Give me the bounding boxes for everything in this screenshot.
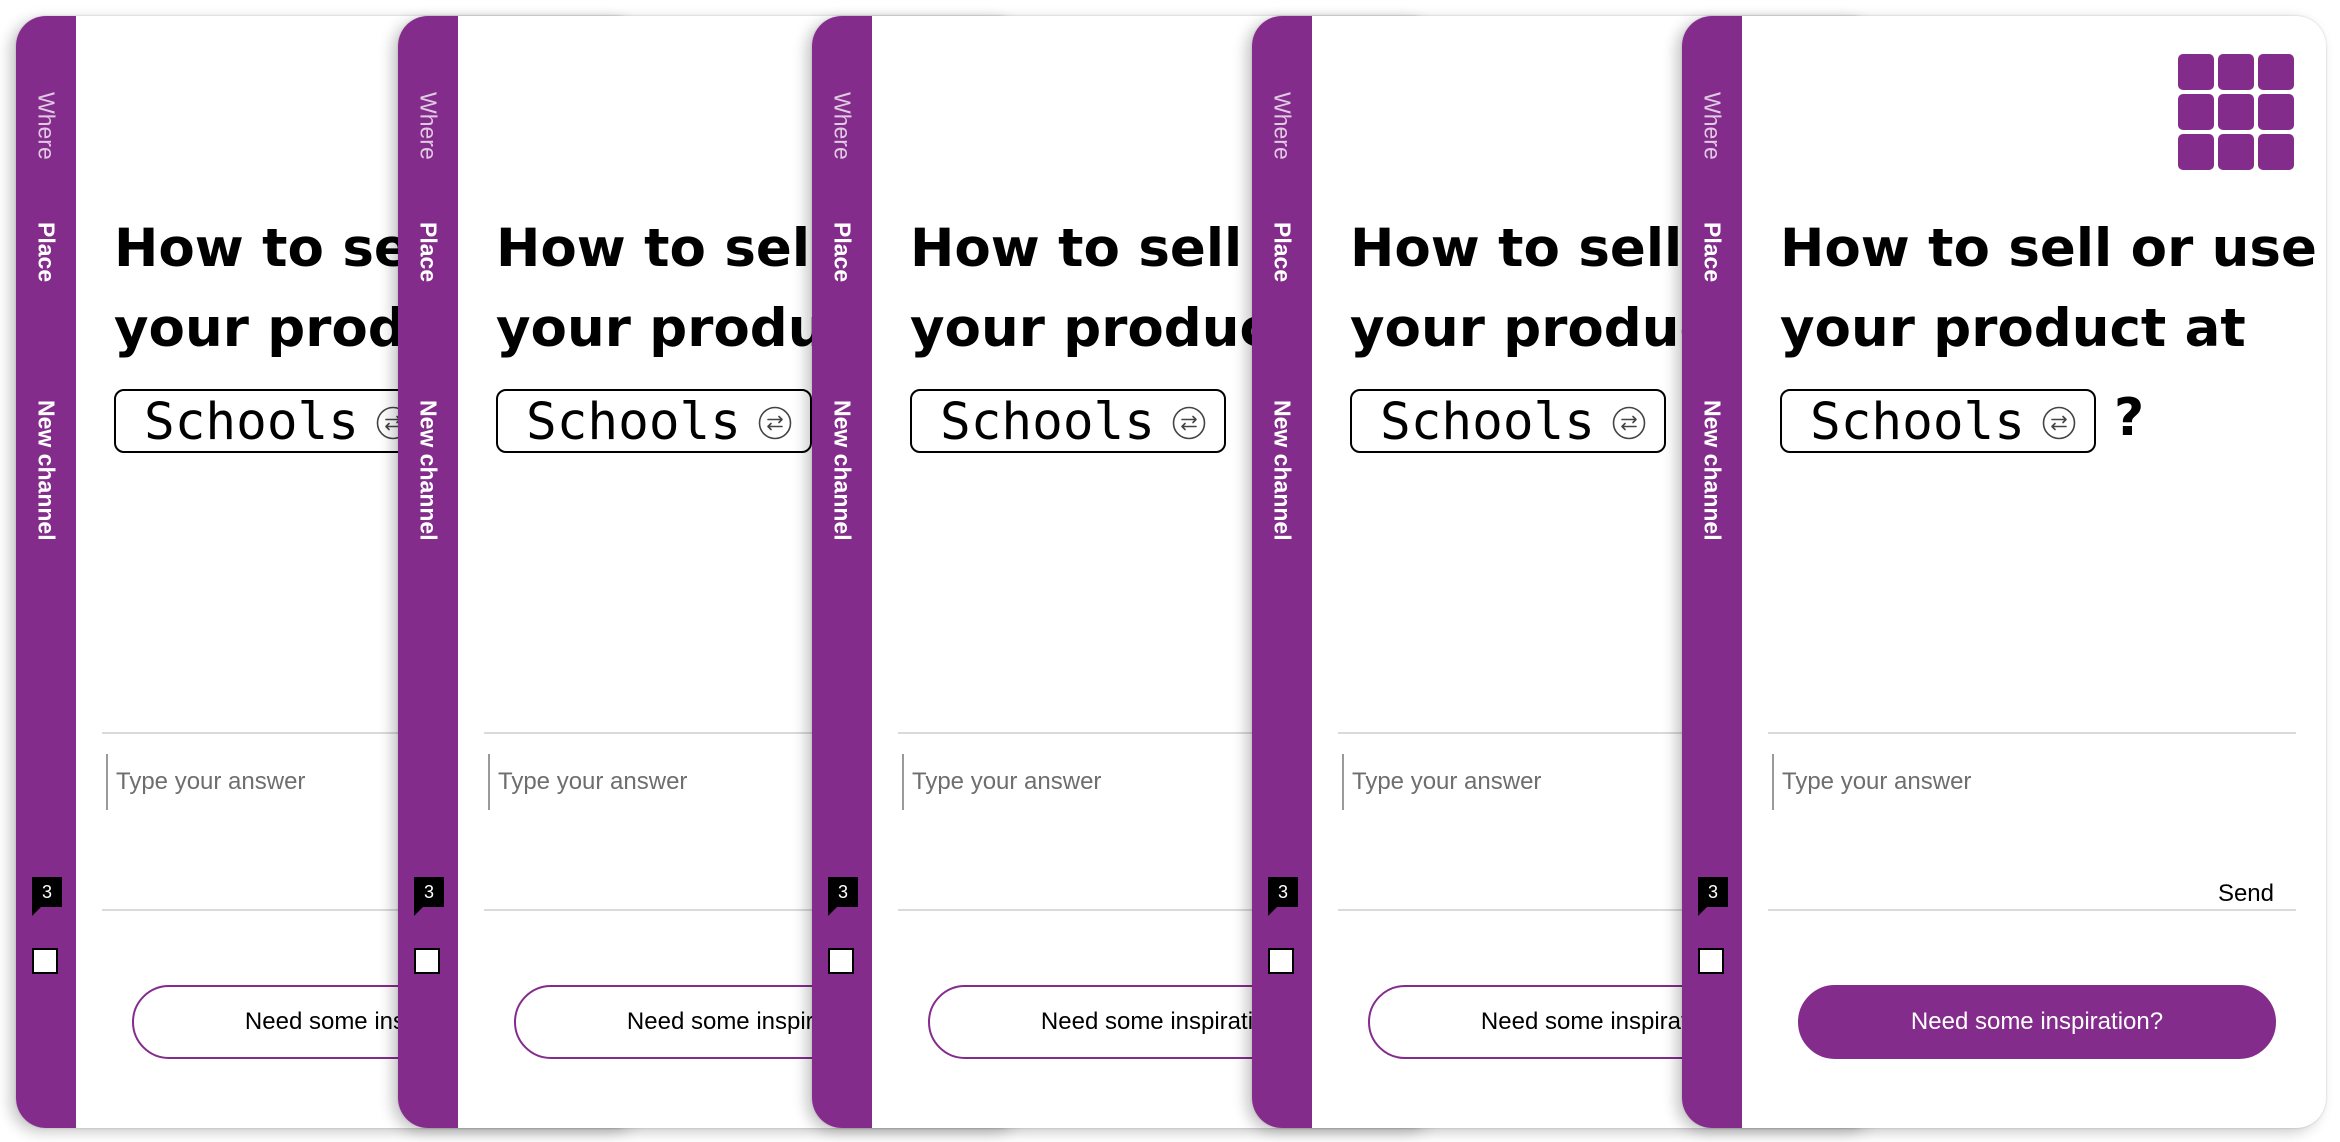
rail-tab-new-channel[interactable]: New channel: [415, 400, 442, 541]
swap-arrows-icon[interactable]: [1612, 406, 1646, 440]
place-selector[interactable]: Schools: [114, 389, 430, 453]
place-value: Schools: [144, 393, 359, 452]
answer-divider-top: [1768, 732, 2296, 734]
rail-tab-place[interactable]: Place: [1269, 222, 1296, 282]
sidebar-rail: Where Place New channel 3: [1252, 16, 1312, 1128]
rail-tab-place[interactable]: Place: [415, 222, 442, 282]
sidebar-rail: Where Place New channel 3: [1682, 16, 1742, 1128]
rail-tab-place[interactable]: Place: [829, 222, 856, 282]
sidebar-rail: Where Place New channel 3: [398, 16, 458, 1128]
inspiration-button[interactable]: Need some inspiration?: [1798, 985, 2276, 1059]
place-value: Schools: [1810, 393, 2025, 452]
swap-arrows-icon[interactable]: [2042, 406, 2076, 440]
sidebar-rail: Where Place New channel 3: [812, 16, 872, 1128]
place-value: Schools: [940, 393, 1155, 452]
select-checkbox[interactable]: [1268, 948, 1294, 974]
question-card-5: Where Place New channel 3 How to sell or…: [1682, 16, 2326, 1128]
swap-arrows-icon[interactable]: [1172, 406, 1206, 440]
rail-tab-place[interactable]: Place: [33, 222, 60, 282]
place-value: Schools: [526, 393, 741, 452]
rail-tab-place[interactable]: Place: [1699, 222, 1726, 282]
rail-tab-where[interactable]: Where: [415, 92, 442, 160]
send-button[interactable]: Send: [2218, 880, 2274, 908]
comment-count-badge[interactable]: 3: [32, 877, 62, 916]
rail-tab-where[interactable]: Where: [1269, 92, 1296, 160]
rail-tab-where[interactable]: Where: [33, 92, 60, 160]
comment-count-badge[interactable]: 3: [1698, 877, 1728, 916]
comment-count-badge[interactable]: 3: [414, 877, 444, 916]
rail-tab-where[interactable]: Where: [1699, 92, 1726, 160]
swap-arrows-icon[interactable]: [758, 406, 792, 440]
place-selector[interactable]: Schools: [1780, 389, 2096, 453]
place-value: Schools: [1380, 393, 1595, 452]
question-line-2: your product at: [1780, 298, 2246, 359]
place-selector[interactable]: Schools: [910, 389, 1226, 453]
answer-input[interactable]: [1772, 754, 2302, 810]
rail-tab-new-channel[interactable]: New channel: [33, 400, 60, 541]
place-selector[interactable]: Schools: [496, 389, 812, 453]
rail-tab-new-channel[interactable]: New channel: [1269, 400, 1296, 541]
select-checkbox[interactable]: [32, 948, 58, 974]
plus-grid-logo-icon: [2176, 54, 2296, 172]
question-mark: ?: [2114, 388, 2145, 448]
select-checkbox[interactable]: [1698, 948, 1724, 974]
question-line-1: How to sell or use: [1780, 218, 2317, 279]
question-heading: How to sell or use your product at: [1780, 209, 2326, 369]
rail-tab-where[interactable]: Where: [829, 92, 856, 160]
rail-tab-new-channel[interactable]: New channel: [1699, 400, 1726, 541]
select-checkbox[interactable]: [414, 948, 440, 974]
place-selector[interactable]: Schools: [1350, 389, 1666, 453]
answer-divider-bottom: [1768, 909, 2296, 911]
comment-count-badge[interactable]: 3: [1268, 877, 1298, 916]
comment-count-badge[interactable]: 3: [828, 877, 858, 916]
sidebar-rail: Where Place New channel 3: [16, 16, 76, 1128]
rail-tab-new-channel[interactable]: New channel: [829, 400, 856, 541]
select-checkbox[interactable]: [828, 948, 854, 974]
